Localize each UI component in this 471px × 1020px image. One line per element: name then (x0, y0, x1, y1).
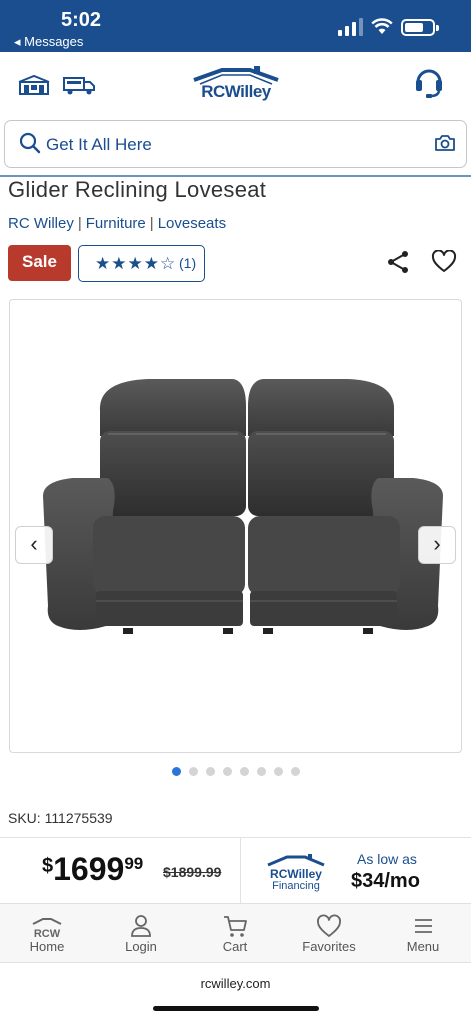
was-price: $1899.99 (163, 864, 222, 880)
monthly-payment[interactable]: $34/mo (351, 870, 420, 893)
product-image-gallery[interactable]: ‹ › (9, 299, 462, 753)
status-time: 5:02 (61, 9, 102, 31)
financing-label: Financing (272, 880, 320, 892)
rating-button[interactable]: ★★★★☆ (1) (78, 245, 205, 282)
sale-price: $169999 (42, 851, 143, 888)
gallery-dot-3[interactable] (205, 767, 215, 776)
back-to-messages[interactable]: ◂ Messages (14, 34, 83, 50)
site-header: RCWilley (0, 52, 471, 118)
gallery-dot-8[interactable] (290, 767, 300, 776)
rating-stars: ★★★★☆ (95, 254, 177, 274)
rcw-home-icon: RCW (32, 918, 62, 939)
product-title: Glider Reclining Loveseat (8, 177, 267, 202)
delivery-truck-icon[interactable] (62, 74, 96, 96)
nav-cart-label: Cart (222, 939, 248, 954)
bottom-nav: RCW Home Login Cart Favorites Menu (0, 903, 471, 963)
gallery-dot-4[interactable] (222, 767, 232, 776)
gallery-dot-7[interactable] (273, 767, 283, 776)
heart-icon (317, 914, 341, 937)
financing-logo-text: RCWilley (270, 867, 322, 881)
gallery-dot-1[interactable] (171, 767, 181, 776)
as-low-as-label: As low as (357, 851, 417, 867)
logo-text: RCWilley (201, 82, 271, 101)
rcwilley-logo[interactable]: RCWilley (192, 64, 280, 104)
nav-home[interactable]: RCW Home (0, 904, 94, 964)
browser-url[interactable]: rcwilley.com (0, 976, 471, 991)
financing-roof-icon (267, 854, 325, 867)
home-indicator[interactable] (153, 1006, 319, 1011)
breadcrumb-furniture[interactable]: Furniture (86, 215, 146, 232)
breadcrumb-rc-willey[interactable]: RC Willey (8, 215, 74, 232)
nav-login[interactable]: Login (94, 904, 188, 964)
nav-menu[interactable]: Menu (376, 904, 470, 964)
headset-support-icon[interactable] (414, 64, 444, 98)
nav-favorites-label: Favorites (302, 939, 356, 954)
breadcrumb-separator: | (77, 215, 82, 232)
search-input[interactable]: Get It All Here (46, 135, 152, 155)
wifi-icon (371, 18, 393, 34)
product-sku: SKU: 111275539 (8, 810, 113, 826)
signal-icon (338, 18, 363, 36)
favorite-heart-icon[interactable] (431, 250, 457, 274)
breadcrumb-loveseats[interactable]: Loveseats (158, 215, 226, 232)
financing-logo[interactable]: RCWilley Financing (267, 854, 325, 894)
nav-login-label: Login (125, 939, 157, 954)
search-icon (19, 132, 41, 154)
nav-menu-label: Menu (406, 939, 440, 954)
breadcrumb: RC Willey | Furniture | Loveseats (8, 215, 226, 232)
user-icon (131, 915, 151, 937)
nav-favorites[interactable]: Favorites (282, 904, 376, 964)
rating-count: (1) (179, 255, 197, 271)
nav-home-label: Home (29, 939, 65, 954)
gallery-dot-5[interactable] (239, 767, 249, 776)
nav-home-logo-text: RCW (34, 928, 61, 939)
price-cents: 99 (124, 854, 144, 873)
sku-divider (0, 837, 471, 838)
price-divider (240, 837, 241, 903)
share-icon[interactable] (386, 250, 410, 274)
hamburger-icon (415, 919, 432, 933)
breadcrumb-separator: | (149, 215, 154, 232)
gallery-next-button[interactable]: › (418, 526, 456, 564)
loveseat-product-image (43, 379, 443, 634)
gallery-pagination (0, 767, 471, 776)
price-dollar-sign: $ (42, 855, 54, 877)
status-bar: 5:02 ◂ Messages (0, 0, 471, 52)
gallery-dot-2[interactable] (188, 767, 198, 776)
nav-cart[interactable]: Cart (188, 904, 282, 964)
cart-icon (224, 916, 247, 937)
store-icon[interactable] (17, 74, 51, 96)
sale-badge: Sale (8, 245, 71, 281)
gallery-dot-6[interactable] (256, 767, 266, 776)
search-bar[interactable]: Get It All Here (4, 120, 467, 168)
gallery-prev-button[interactable]: ‹ (15, 526, 53, 564)
camera-icon[interactable] (434, 134, 456, 152)
battery-icon (401, 19, 439, 36)
price-main: 1699 (53, 851, 125, 887)
